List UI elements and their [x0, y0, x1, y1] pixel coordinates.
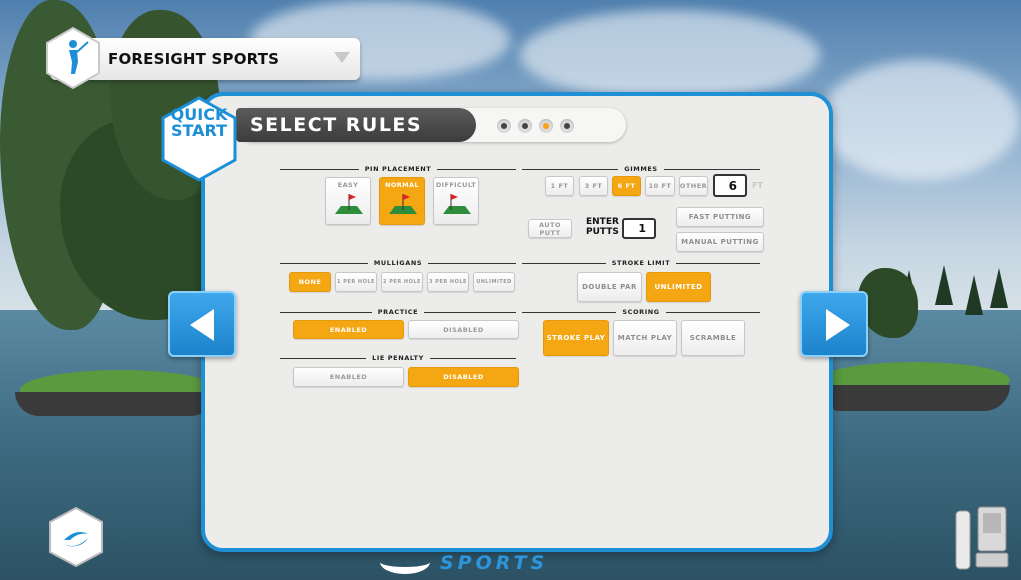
course-title: FORESIGHT SPORTS [108, 50, 280, 68]
brand-logo-arc [380, 550, 430, 574]
step-dot [560, 119, 574, 133]
pine-tree [935, 265, 953, 305]
pin-difficult-button[interactable]: DIFFICULT [433, 177, 479, 225]
scoring-heading: SCORING [522, 307, 760, 317]
stroke-limit-double-par-button[interactable]: DOUBLE PAR [577, 272, 642, 302]
mulligan-3-button[interactable]: 3 PER HOLE [427, 272, 469, 292]
mulligan-none-button[interactable]: NONE [289, 272, 331, 292]
lie-penalty-enabled-button[interactable]: ENABLED [293, 367, 404, 387]
island-wall [830, 385, 1010, 411]
arrow-right-icon [826, 309, 850, 341]
green-flag-icon [389, 194, 417, 214]
mulligan-2-button[interactable]: 2 PER HOLE [381, 272, 423, 292]
scoring-match-play-button[interactable]: MATCH PLAY [613, 320, 677, 356]
lie-penalty-heading: LIE PENALTY [280, 353, 516, 363]
green-flag-icon [443, 194, 471, 214]
pin-normal-button[interactable]: NORMAL [379, 177, 425, 225]
golfer-icon [46, 26, 100, 90]
gimme-1ft-button[interactable]: 1 FT [545, 176, 574, 196]
lie-penalty-disabled-button[interactable]: DISABLED [408, 367, 519, 387]
step-indicator [497, 119, 574, 133]
gimme-other-input[interactable]: 6 [713, 174, 747, 197]
gimmes-heading: GIMMES [522, 164, 760, 174]
island-wall [15, 392, 215, 416]
page-title: SELECT RULES [250, 114, 423, 136]
scoring-stroke-play-button[interactable]: STROKE PLAY [543, 320, 609, 356]
gimme-6ft-button[interactable]: 6 FT [612, 176, 641, 196]
step-dot [497, 119, 511, 133]
pine-tree [990, 268, 1008, 308]
auto-putt-button[interactable]: AUTO PUTT [528, 219, 572, 238]
gimme-10ft-button[interactable]: 10 FT [645, 176, 675, 196]
enter-putts-label: ENTER PUTTS [586, 217, 619, 237]
chevron-down-icon[interactable] [334, 52, 350, 63]
stroke-limit-heading: STROKE LIMIT [522, 258, 760, 268]
green-flag-icon [335, 194, 363, 214]
mulligan-1-button[interactable]: 1 PER HOLE [335, 272, 377, 292]
quick-start-label: QUICK START [170, 105, 228, 140]
previous-button[interactable] [168, 291, 236, 357]
gimme-other-button[interactable]: OTHER [679, 176, 708, 196]
practice-disabled-button[interactable]: DISABLED [408, 320, 519, 339]
gimme-unit-label: FT [752, 181, 763, 190]
cloud [520, 10, 820, 100]
enter-putts-input[interactable]: 1 [622, 218, 656, 239]
gimme-3ft-button[interactable]: 3 FT [579, 176, 608, 196]
step-dot-active [539, 119, 553, 133]
practice-enabled-button[interactable]: ENABLED [293, 320, 404, 339]
stroke-limit-unlimited-button[interactable]: UNLIMITED [646, 272, 711, 302]
fast-putting-button[interactable]: FAST PUTTING [676, 207, 764, 227]
mulligans-heading: MULLIGANS [280, 258, 516, 268]
manual-putting-button[interactable]: MANUAL PUTTING [676, 232, 764, 252]
mulligan-unlimited-button[interactable]: UNLIMITED [473, 272, 515, 292]
pin-placement-heading: PIN PLACEMENT [280, 164, 516, 174]
pine-tree [965, 275, 983, 315]
launch-monitor-icon [955, 506, 1009, 570]
step-dot [518, 119, 532, 133]
pin-easy-button[interactable]: EASY [325, 177, 371, 225]
foresight-logo-button[interactable] [48, 506, 104, 568]
practice-heading: PRACTICE [280, 307, 516, 317]
arrow-left-icon [190, 309, 214, 341]
scoring-scramble-button[interactable]: SCRAMBLE [681, 320, 745, 356]
cloud [820, 60, 1020, 180]
next-button[interactable] [800, 291, 868, 357]
brand-sports-text: SPORTS [440, 552, 549, 574]
